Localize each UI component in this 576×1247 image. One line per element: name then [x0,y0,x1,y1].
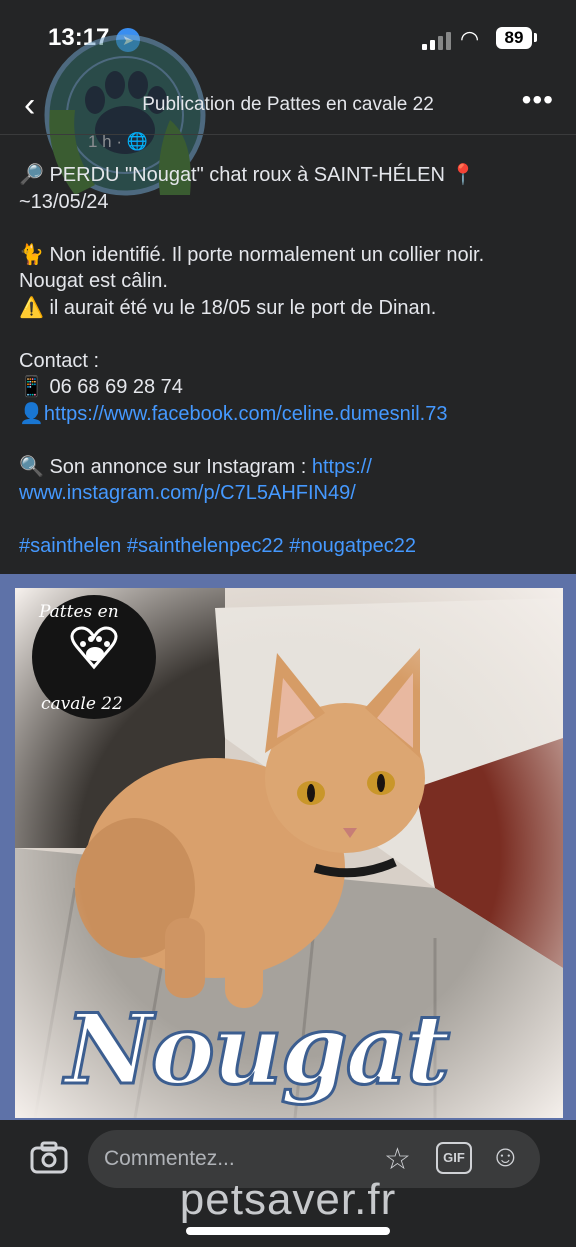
post-line-title: 🔎 PERDU "Nougat" chat roux à SAINT-HÉLEN… [19,164,476,186]
top-navigation-bar: ‹ Publication de Pattes en cavale 22 ••• [0,80,576,135]
gif-icon[interactable]: GIF [436,1142,472,1174]
post-text: 🔎 PERDU "Nougat" chat roux à SAINT-HÉLEN… [19,162,564,560]
home-indicator[interactable] [186,1227,390,1235]
user-icon: 👤 [19,402,44,425]
post-instagram-line-2: www.instagram.com/p/C7L5AHFIN49/ [19,480,564,507]
battery-indicator: 89 [496,27,532,49]
post-line-temperament: Nougat est câlin. [19,270,168,292]
battery-tip [534,33,537,42]
logo-text-top: Pattes en [39,602,119,622]
cat-name-caption: Nougat [63,992,451,1108]
comment-placeholder: Commentez... [104,1147,235,1170]
post-line-identification: 🐈 Non identifié. Il porte normalement un… [19,243,485,266]
instagram-prefix: 🔍 Son annonce sur Instagram : [19,455,312,478]
page-title: Publication de Pattes en cavale 22 [142,94,434,115]
post-timestamp: 1 h · 🌐 [88,132,148,151]
site-watermark: petsaver.fr [179,1175,397,1224]
emoji-icon[interactable]: ☺ [490,1140,521,1174]
instagram-link-part1[interactable]: https:// [312,456,372,478]
sticker-icon[interactable]: ☆ [384,1142,411,1177]
signal-icon [422,30,452,50]
logo-text-bottom: cavale 22 [41,694,123,714]
post-line-sighting: ⚠️ il aurait été vu le 18/05 sur le port… [19,296,437,319]
post-hashtags[interactable]: #sainthelen #sainthelenpec22 #nougatpec2… [19,533,564,560]
post-photo[interactable]: Pattes en cavale 22 Nougat [15,588,563,1118]
post-contact-label: Contact : [19,349,100,372]
wifi-icon: ◠ [460,26,480,51]
instagram-link-part2[interactable]: www.instagram.com/p/C7L5AHFIN49/ [19,482,356,504]
facebook-link[interactable]: https://www.facebook.com/celine.dumesnil… [44,403,448,425]
post-line-date: ~13/05/24 [19,190,109,213]
camera-icon[interactable] [28,1138,72,1178]
post-photo-frame[interactable]: Pattes en cavale 22 Nougat [0,574,576,1120]
more-icon[interactable]: ••• [522,84,554,116]
post-facebook-line: 👤https://www.facebook.com/celine.dumesni… [19,401,564,428]
post-phone: 📱 06 68 69 28 74 [19,376,183,398]
post-instagram-line: 🔍 Son annonce sur Instagram : https:// [19,454,564,481]
